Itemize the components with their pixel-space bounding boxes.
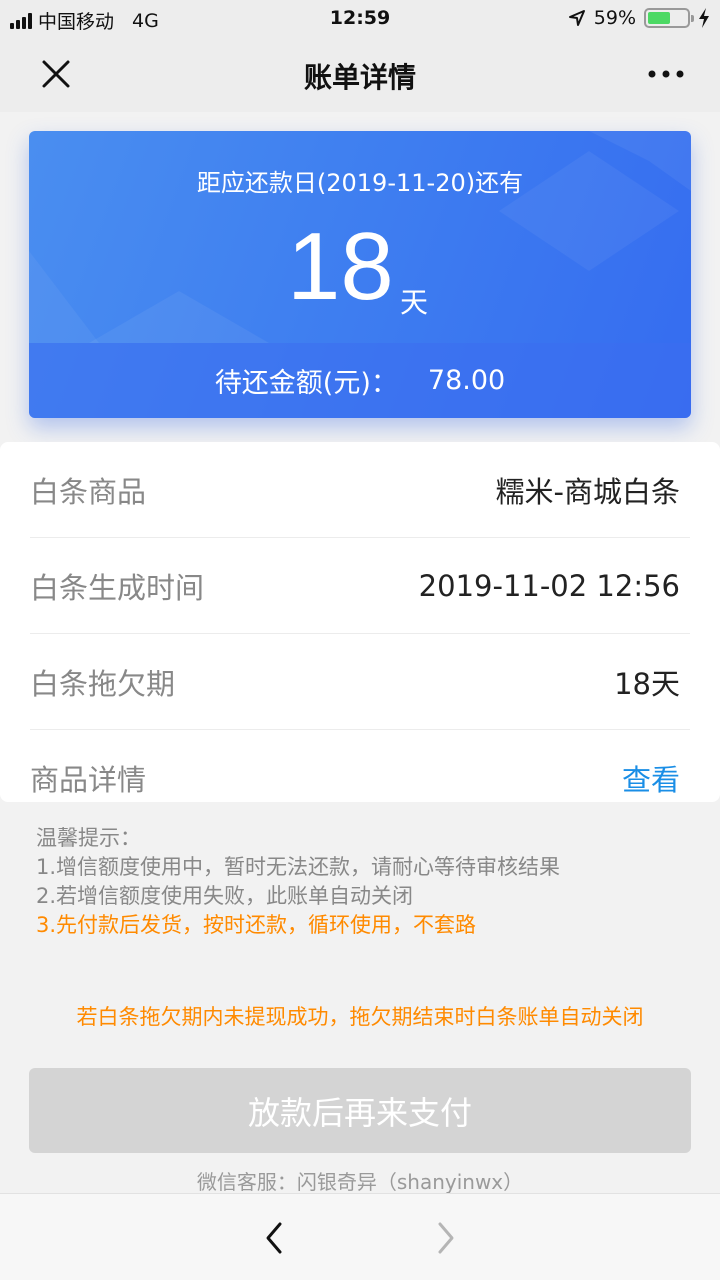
tip-line: 1.增信额度使用中，暂时无法还款，请耐心等待审核结果 bbox=[36, 855, 561, 879]
tips-block: 温馨提示： 1.增信额度使用中，暂时无法还款，请耐心等待审核结果 2.若增信额度… bbox=[36, 824, 686, 940]
more-dots-icon[interactable] bbox=[646, 64, 686, 84]
detail-row-product-details: 商品详情 查看 bbox=[30, 730, 690, 826]
days-unit: 天 bbox=[400, 286, 429, 319]
amount-row: 待还金额(元)： 78.00 bbox=[29, 343, 691, 418]
chevron-left-icon[interactable] bbox=[258, 1218, 290, 1258]
view-product-link[interactable]: 查看 bbox=[622, 757, 680, 799]
chevron-right-icon[interactable] bbox=[430, 1218, 462, 1258]
battery-icon bbox=[644, 8, 694, 28]
detail-row-overdue-period: 白条拖欠期 18天 bbox=[30, 634, 690, 730]
days-remaining: 18 bbox=[287, 213, 394, 320]
detail-label: 商品详情 bbox=[30, 763, 147, 797]
detail-label: 白条商品 bbox=[30, 474, 147, 509]
amount-label: 待还金额(元)： bbox=[214, 368, 398, 399]
charging-bolt-icon bbox=[699, 8, 709, 28]
bill-details-list: 白条商品 糯米-商城白条 白条生成时间 2019-11-02 12:56 白条拖… bbox=[0, 442, 720, 802]
detail-label: 白条拖欠期 bbox=[30, 666, 176, 701]
status-bar: 中国移动 4G 12:59 59% bbox=[0, 0, 720, 36]
due-date-subtitle: 距应还款日(2019-11-20)还有 bbox=[196, 169, 524, 197]
detail-row-created-time: 白条生成时间 2019-11-02 12:56 bbox=[30, 538, 690, 634]
tips-heading: 温馨提示： bbox=[36, 826, 141, 850]
detail-value: 糯米-商城白条 bbox=[495, 474, 680, 509]
page-title: 账单详情 bbox=[303, 61, 416, 94]
pay-button[interactable]: 放款后再来支付 bbox=[29, 1068, 691, 1153]
detail-row-product: 白条商品 糯米-商城白条 bbox=[30, 442, 690, 538]
browser-toolbar bbox=[0, 1193, 720, 1280]
location-arrow-icon bbox=[568, 10, 585, 26]
detail-value: 2019-11-02 12:56 bbox=[418, 568, 680, 603]
status-right: 59% bbox=[568, 7, 710, 29]
customer-service-text: 微信客服：闪银奇异（shanyinwx） bbox=[196, 1170, 524, 1194]
amount-value: 78.00 bbox=[427, 365, 506, 396]
detail-label: 白条生成时间 bbox=[30, 570, 205, 605]
due-summary-card: 距应还款日(2019-11-20)还有 18 天 待还金额(元)： 78.00 bbox=[29, 131, 691, 418]
auto-close-warning: 若白条拖欠期内未提现成功，拖欠期结束时白条账单自动关闭 bbox=[76, 1005, 644, 1029]
nav-bar: 账单详情 bbox=[0, 36, 720, 112]
tip-line: 2.若增信额度使用失败，此账单自动关闭 bbox=[36, 884, 414, 908]
battery-level bbox=[648, 12, 671, 24]
tip-line-highlight: 3.先付款后发货，按时还款，循环使用，不套路 bbox=[36, 913, 477, 937]
detail-value: 18天 bbox=[614, 666, 680, 701]
battery-percent: 59% bbox=[593, 7, 636, 29]
